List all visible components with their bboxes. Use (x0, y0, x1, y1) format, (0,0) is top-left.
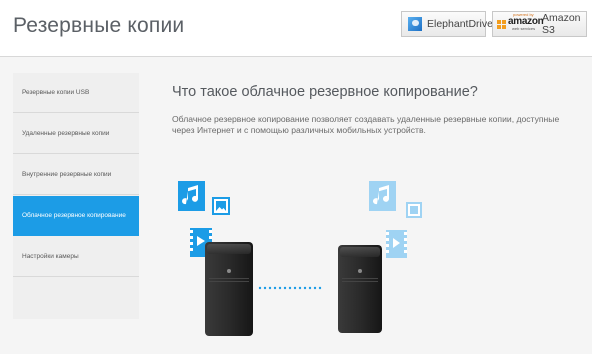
video-icon (386, 230, 407, 258)
page-title: Резервные копии (13, 14, 185, 37)
sync-dots-icon (258, 286, 322, 290)
music-note-icon (178, 181, 205, 211)
elephantdrive-label: ElephantDrive (427, 18, 493, 30)
sidebar-item-label: Облачное резервное копирование (22, 212, 126, 219)
sidebar-item-internal-backups[interactable]: Внутренние резервные копии (13, 155, 139, 195)
nas-device-icon (205, 242, 253, 336)
sidebar-item-camera-settings[interactable]: Настройки камеры (13, 237, 139, 277)
header-bar: Резервные копии ElephantDrive powered by… (0, 0, 592, 57)
image-icon (212, 197, 230, 215)
section-heading: Что такое облачное резервное копирование… (172, 84, 478, 100)
cloud-backup-illustration (178, 181, 422, 336)
sidebar-item-label: Резервные копии USB (22, 89, 90, 96)
sidebar-item-remote-backups[interactable]: Удаленные резервные копии (13, 114, 139, 154)
elephantdrive-button[interactable]: ElephantDrive (401, 11, 493, 37)
amazon-s3-label: Amazon S3 (542, 12, 581, 36)
music-note-icon (369, 181, 396, 211)
sidebar-item-usb-backups[interactable]: Резервные копии USB (13, 73, 139, 113)
sidebar-item-label: Внутренние резервные копии (22, 171, 112, 178)
image-icon (406, 202, 422, 218)
nas-device-icon (338, 245, 382, 333)
section-description: Облачное резервное копирование позволяет… (172, 114, 560, 135)
elephantdrive-logo-icon (408, 17, 422, 31)
sidebar-item-label: Удаленные резервные копии (22, 130, 110, 137)
sidebar-item-cloud-backup[interactable]: Облачное резервное копирование (13, 196, 139, 236)
amazon-web-services-logo-icon: powered by amazon web services (497, 13, 544, 34)
sidebar-item-label: Настройки камеры (22, 253, 79, 260)
amazon-s3-button[interactable]: powered by amazon web services Amazon S3 (492, 11, 587, 37)
sidebar: Резервные копии USB Удаленные резервные … (13, 73, 139, 319)
